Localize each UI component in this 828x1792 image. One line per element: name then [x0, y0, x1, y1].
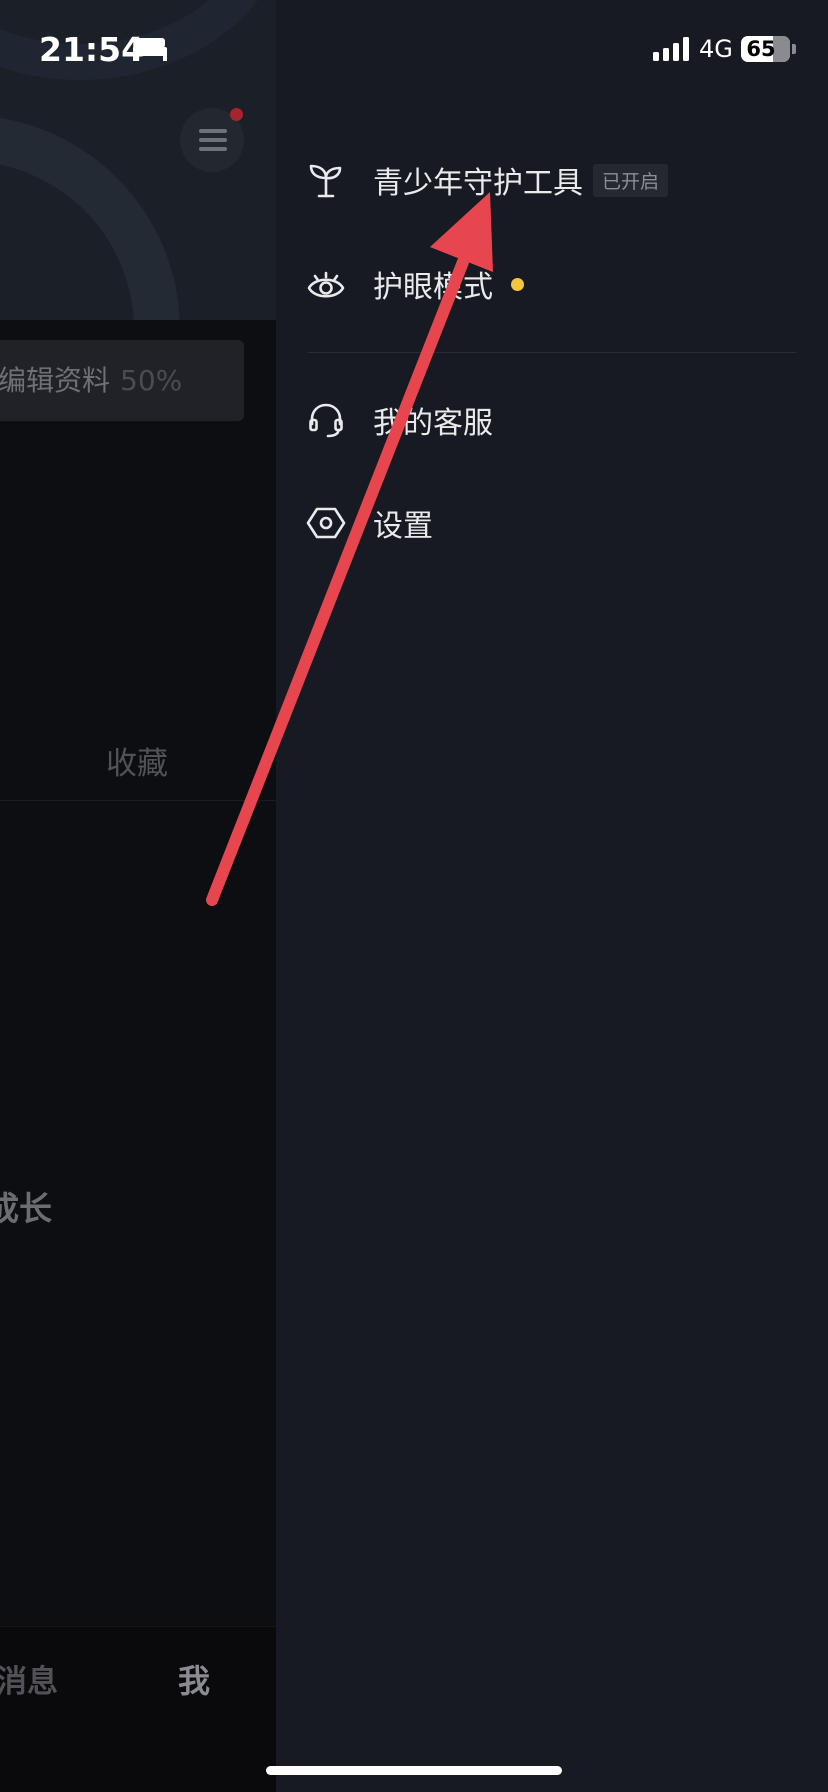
menu-icon: [199, 138, 227, 142]
headset-icon: [306, 400, 346, 440]
battery-level: 65: [746, 37, 776, 61]
growth-text: 成长: [0, 1189, 52, 1228]
edit-profile-button[interactable]: 编辑资料 50%: [0, 340, 244, 421]
battery-icon: 65: [741, 36, 790, 62]
network-type: 4G: [699, 35, 733, 63]
drawer-item-label: 我的客服: [373, 406, 493, 441]
bed-icon: [133, 36, 167, 62]
status-time: 21:54: [39, 30, 145, 69]
sprout-icon: [306, 160, 346, 200]
profile-completion-percent: 50%: [120, 364, 183, 397]
new-feature-dot: [511, 277, 524, 291]
drawer-item-customer-service[interactable]: 我的客服: [306, 390, 493, 450]
side-drawer: 青少年守护工具 已开启 护眼模式 我的客服 设置: [276, 0, 828, 1792]
header-decoration: [0, 115, 180, 320]
tab-divider: [0, 800, 276, 801]
signal-icon: [653, 37, 689, 61]
enabled-badge: 已开启: [593, 163, 669, 197]
drawer-item-teen-protection[interactable]: 青少年守护工具 已开启: [306, 150, 669, 210]
notification-dot: [230, 108, 243, 121]
home-indicator[interactable]: [266, 1766, 562, 1775]
eye-icon: [306, 264, 346, 304]
background-profile-page: 编辑资料 50% 收藏 成长 消息 我: [0, 0, 276, 1792]
drawer-item-label: 青少年守护工具: [373, 166, 583, 201]
drawer-item-eye-care-mode[interactable]: 护眼模式: [306, 254, 524, 314]
drawer-item-label: 设置: [373, 509, 433, 544]
edit-profile-label: 编辑资料: [0, 364, 111, 397]
drawer-item-label: 护眼模式: [373, 270, 493, 305]
tab-favorites[interactable]: 收藏: [106, 738, 168, 783]
drawer-item-settings[interactable]: 设置: [306, 493, 433, 553]
battery-tip: [792, 44, 796, 54]
menu-icon: [199, 129, 227, 133]
nav-item-me[interactable]: 我: [178, 1656, 210, 1702]
settings-hexagon-icon: [306, 503, 346, 543]
nav-item-messages[interactable]: 消息: [0, 1656, 58, 1701]
drawer-divider: [308, 352, 796, 353]
bottom-navigation: [0, 1626, 276, 1792]
menu-icon: [199, 147, 227, 151]
